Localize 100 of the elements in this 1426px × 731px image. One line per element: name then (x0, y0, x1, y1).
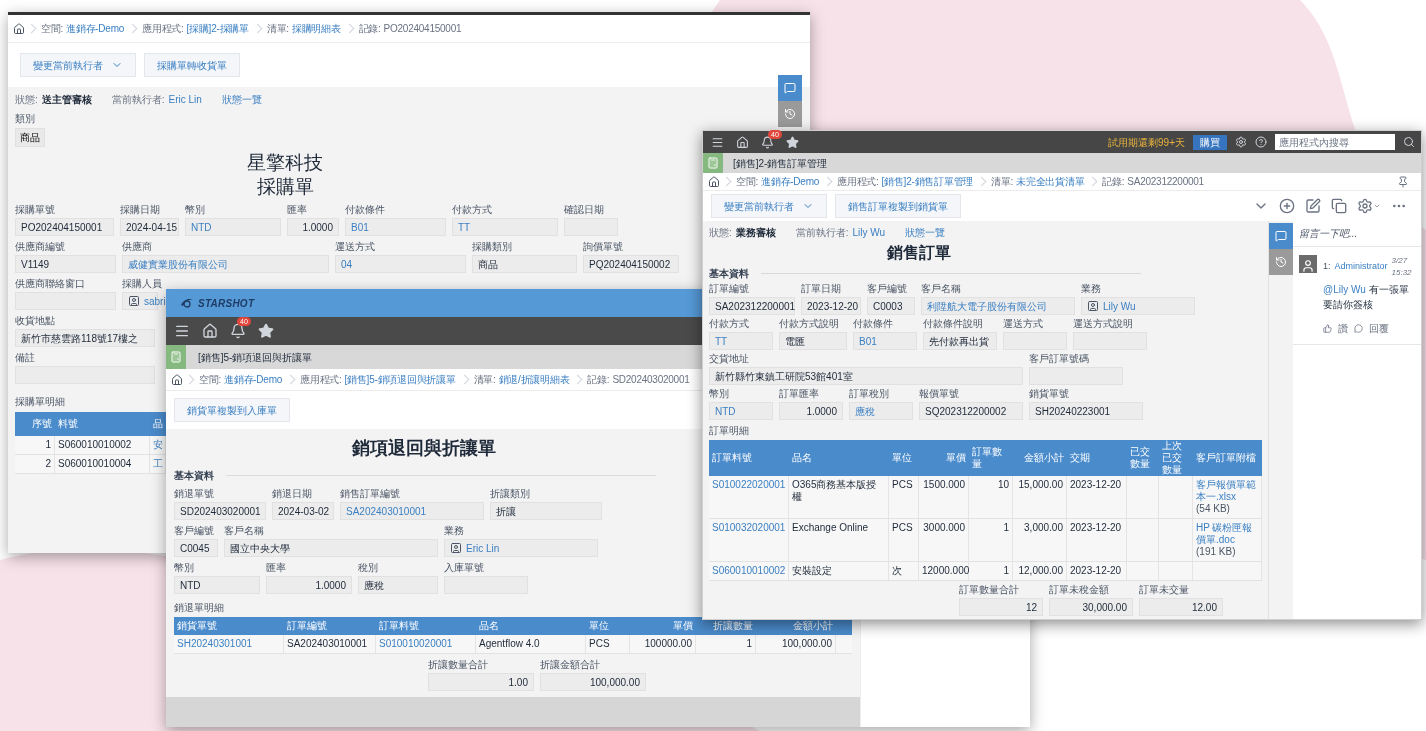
table-text: 次 (892, 565, 902, 576)
speech-bubble-icon[interactable] (1354, 324, 1363, 333)
table-text: 2023-12-20 (1070, 479, 1122, 490)
field-link[interactable]: 應稅 (855, 403, 875, 419)
person-name[interactable]: sabri (144, 293, 166, 309)
table-text: O365商務基本版授權 (792, 479, 877, 502)
breadcrumb-link[interactable]: 採購明細表 (291, 21, 341, 36)
status-overview-link[interactable]: 狀態一覽 (221, 92, 262, 107)
form-title: 星擎科技 (247, 151, 323, 175)
field-link[interactable]: 04 (341, 256, 353, 272)
home-icon[interactable] (171, 373, 183, 386)
column-header: 客戶訂單附檔 (1196, 452, 1256, 464)
star-icon[interactable] (786, 135, 799, 149)
field-value: 電匯 (785, 334, 805, 349)
table-link[interactable]: S010010020001 (379, 638, 453, 649)
table-text: SA202403010001 (287, 638, 368, 649)
breadcrumb-link[interactable]: 進銷存-Demo (761, 174, 820, 189)
toolbar-button[interactable]: 採購單轉收貨單 (144, 53, 240, 77)
field-label: 供應商編號 (15, 240, 65, 253)
field-link[interactable]: TT (715, 333, 728, 349)
search-icon[interactable] (1403, 136, 1415, 148)
toolbar-button[interactable]: 變更當前執行者 (20, 53, 136, 77)
toolbar-button[interactable]: 變更當前執行者 (711, 194, 827, 218)
home-icon[interactable] (13, 22, 25, 35)
column-header: 已交數量 (1130, 446, 1151, 470)
executor-link[interactable]: Eric Lin (168, 92, 202, 107)
file-link[interactable]: HP 碳粉匣報價單.doc (1196, 522, 1258, 546)
executor-link[interactable]: Lily Wu (852, 225, 886, 240)
field-link[interactable]: SA202403010001 (346, 503, 427, 519)
table-link[interactable]: S010022020001 (712, 479, 786, 490)
table-link[interactable]: 工 (153, 458, 163, 469)
menu-icon[interactable] (174, 323, 190, 339)
field-value: 2024-03-02 (278, 504, 330, 519)
add-icon[interactable] (1279, 198, 1295, 214)
breadcrumb-link[interactable]: [銷售]5-銷項退回與折讓單 (344, 372, 456, 387)
mention-link[interactable]: @Lily Wu (1323, 284, 1366, 295)
person-name[interactable]: Lily Wu (1103, 298, 1136, 314)
comment-field[interactable]: 留言一下吧... (1299, 226, 1415, 241)
field-label: 銷退單號 (174, 487, 214, 500)
column-header: 單價 (946, 452, 966, 464)
field-link[interactable]: NTD (191, 219, 212, 235)
file-link[interactable]: 客戶報價單範本一.xlsx (1196, 479, 1258, 503)
thumbs-up-icon[interactable] (1323, 324, 1332, 333)
table-link[interactable]: S060010010002 (712, 565, 786, 576)
person-name[interactable]: Eric Lin (466, 540, 500, 556)
status-label: 狀態: (15, 93, 38, 107)
like-link[interactable]: 讚 (1338, 321, 1348, 336)
star-icon[interactable] (258, 323, 274, 339)
search-field[interactable]: 應用程式內搜尋 (1275, 134, 1395, 150)
breadcrumb-link[interactable]: [採購]2-採購單 (186, 21, 249, 36)
field-label: 折讓數量合計 (428, 658, 488, 671)
toolbar-button[interactable]: 銷售訂單複製到銷貨單 (835, 194, 961, 218)
field-label: 付款方式說明 (779, 317, 839, 330)
executor-label: 當前執行者: (795, 226, 849, 240)
breadcrumb-link[interactable]: 進銷存-Demo (66, 21, 125, 36)
field-link[interactable]: 利陞航大電子股份有限公司 (927, 298, 1047, 314)
field-link[interactable]: B01 (351, 219, 369, 235)
breadcrumb-link[interactable]: 未完全出貨清單 (1016, 174, 1085, 189)
field-link[interactable]: B01 (859, 333, 877, 349)
table-text: 12,000.00 (1017, 565, 1063, 577)
table-text: 10 (996, 479, 1009, 491)
field-link[interactable]: TT (458, 219, 471, 235)
reply-link[interactable]: 回覆 (1369, 321, 1389, 336)
edit-icon[interactable] (1305, 198, 1321, 214)
breadcrumb-link[interactable]: 進銷存-Demo (224, 372, 283, 387)
bell-icon[interactable] (230, 323, 246, 339)
author-link[interactable]: Administrator (1334, 260, 1388, 274)
field-label: 客戶編號 (174, 524, 214, 537)
column-header: 訂單編號 (287, 620, 327, 632)
field-label: 銷貨單號 (1029, 387, 1069, 400)
settings-menu-icon[interactable] (1357, 198, 1381, 214)
field-value: 12 (1025, 600, 1037, 615)
chat-icon[interactable] (778, 75, 802, 101)
field-link[interactable]: 威健實業股份有限公司 (128, 256, 228, 272)
table-link[interactable]: SH20240301001 (177, 638, 253, 649)
bell-icon[interactable] (761, 135, 774, 149)
chat-icon[interactable] (1269, 223, 1293, 249)
field-label: 供應商 (122, 240, 152, 253)
field-label: 供應商聯絡窗口 (15, 277, 85, 290)
field-label: 客戶編號 (867, 282, 907, 295)
breadcrumb-link[interactable]: [銷售]2-銷售訂單管理 (881, 174, 974, 189)
help-icon[interactable] (1255, 136, 1267, 148)
history-icon[interactable] (1269, 249, 1293, 275)
settings-icon[interactable] (1235, 136, 1247, 148)
field-link[interactable]: NTD (715, 403, 736, 419)
buy-button[interactable]: 購買 (1193, 134, 1227, 150)
menu-icon[interactable] (711, 135, 724, 149)
pin-icon[interactable] (1397, 175, 1409, 188)
status-overview-link[interactable]: 狀態一覽 (905, 225, 946, 240)
table-text: 100000.00 (643, 638, 692, 650)
table-link[interactable]: 安 (153, 439, 163, 450)
table-link[interactable]: S010032020001 (712, 522, 786, 533)
history-icon[interactable] (778, 101, 802, 127)
column-header: 料號 (58, 418, 78, 430)
field-value: 應稅 (364, 578, 384, 593)
home-icon[interactable] (708, 175, 720, 188)
breadcrumb-link[interactable]: 銷退/折讓明細表 (498, 372, 570, 387)
copy-icon[interactable] (1331, 198, 1347, 214)
toolbar-button[interactable]: 銷貨單複製到入庫單 (174, 398, 290, 422)
field-label: 備註 (15, 351, 35, 364)
